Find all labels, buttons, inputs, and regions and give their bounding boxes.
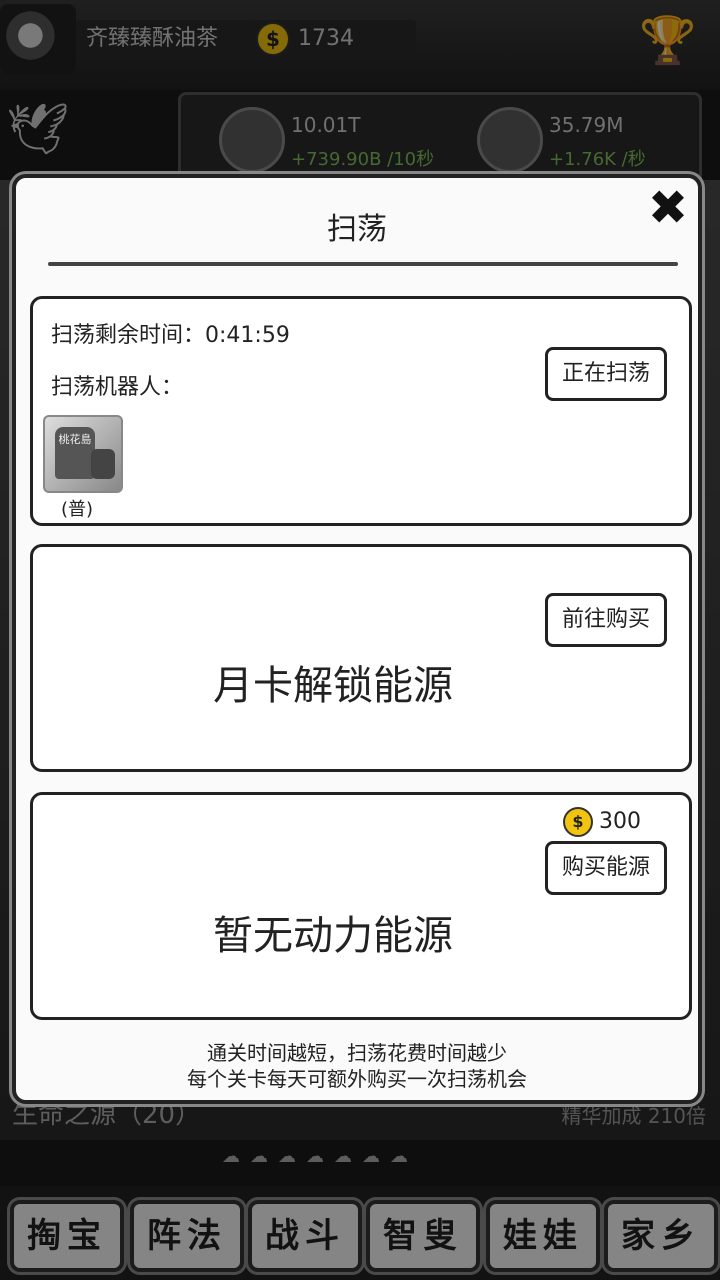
month-card-text: 月卡解锁能源 xyxy=(213,663,453,709)
note-line-1: 通关时间越短，扫荡花费时间越少 xyxy=(207,1041,507,1065)
energy-price: $300 xyxy=(563,807,641,837)
price-value: 300 xyxy=(599,809,641,834)
dialog-title: 扫荡 xyxy=(327,212,387,247)
sweep-status-card: 扫荡剩余时间：0:41:59 扫荡机器人： 桃花島 (普) 正在扫荡 xyxy=(30,296,692,526)
rock-decoration xyxy=(91,449,115,479)
energy-card: $300 购买能源 暂无动力能源 xyxy=(30,792,692,1020)
month-card-card: 前往购买 月卡解锁能源 xyxy=(30,544,692,772)
energy-text: 暂无动力能源 xyxy=(213,913,453,959)
buy-energy-button[interactable]: 购买能源 xyxy=(545,841,667,895)
coin-icon: $ xyxy=(563,807,593,837)
robot-thumbnail[interactable]: 桃花島 xyxy=(43,415,123,493)
go-buy-button[interactable]: 前往购买 xyxy=(545,593,667,647)
robot-name: 桃花島 xyxy=(55,427,95,479)
sweeping-button[interactable]: 正在扫荡 xyxy=(545,347,667,401)
robot-grade: (普) xyxy=(61,499,94,520)
sweep-dialog: 扫荡 ✖ 扫荡剩余时间：0:41:59 扫荡机器人： 桃花島 (普) 正在扫荡 … xyxy=(12,174,702,1104)
close-icon[interactable]: ✖ xyxy=(642,182,694,234)
note-line-2: 每个关卡每天可额外购买一次扫荡机会 xyxy=(187,1067,527,1091)
footer-note: 通关时间越短，扫荡花费时间越少 每个关卡每天可额外购买一次扫荡机会 xyxy=(16,1040,698,1092)
sweep-remaining-time: 扫荡剩余时间：0:41:59 xyxy=(51,323,290,348)
sweep-robot-label: 扫荡机器人： xyxy=(51,375,184,400)
title-divider xyxy=(48,262,678,266)
